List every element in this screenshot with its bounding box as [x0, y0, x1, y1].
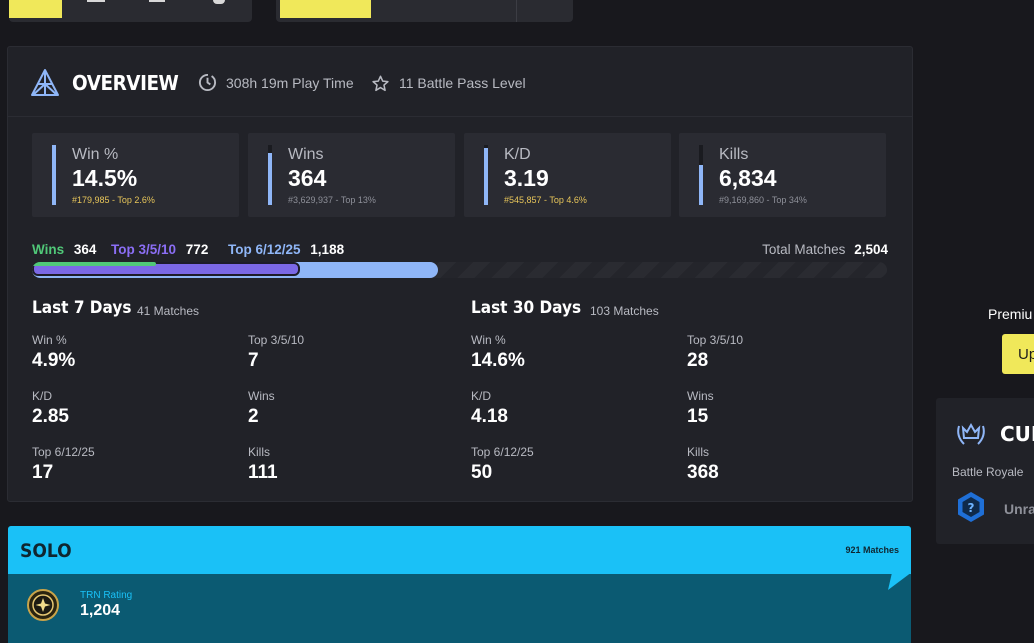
upgrade-button-label: Up — [1018, 346, 1034, 363]
stat-value: 364 — [288, 165, 327, 191]
stat-label: K/D — [504, 146, 531, 163]
stat-box-kd: K/D 3.19 #545,857 - Top 4.6% — [464, 133, 671, 217]
last7-stat-label: Wins — [248, 389, 275, 403]
legend-top3: Top 3/5/10 772 — [111, 242, 208, 257]
last30-stat-value: 368 — [687, 462, 719, 483]
last30-stat-label: Win % — [471, 333, 506, 347]
current-card-title: CUR — [1000, 422, 1034, 446]
legend-wins-value: 364 — [73, 242, 97, 257]
stat-value: 3.19 — [504, 165, 549, 191]
stat-box-kills: Kills 6,834 #9,169,860 - Top 34% — [679, 133, 886, 217]
stat-label: Wins — [288, 146, 324, 163]
last7-stat-value: 2 — [248, 406, 259, 427]
overview-pyramid-icon — [31, 69, 59, 96]
star-icon — [372, 75, 389, 92]
stat-value: 14.5% — [72, 165, 138, 191]
current-season-card: CUR Battle Royale ? Unra — [936, 398, 1034, 544]
toolbar-divider — [516, 0, 517, 22]
play-time: 308h 19m Play Time — [226, 75, 354, 91]
last7-stat-label: Top 3/5/10 — [248, 333, 305, 347]
last30-stat-value: 4.18 — [471, 406, 508, 427]
stat-box-wins: Wins 364 #3,629,937 - Top 13% — [248, 133, 455, 217]
last7-stat-label: Kills — [248, 445, 271, 459]
last7-stat-value: 111 — [248, 462, 278, 483]
hand-icon[interactable] — [213, 0, 225, 4]
rank-text: Unra — [1004, 501, 1034, 517]
last7-stat-label: K/D — [32, 389, 53, 403]
svg-text:?: ? — [968, 501, 975, 515]
solo-title: SOLO — [20, 540, 72, 562]
premium-text: Premiu — [988, 306, 1033, 322]
stat-value: 6,834 — [719, 165, 777, 191]
placement-progress-track — [32, 262, 887, 278]
stat-rank: #545,857 - Top 4.6% — [504, 195, 587, 205]
overview-title: OVERVIEW — [72, 71, 179, 95]
trn-rating-label: TRN Rating — [80, 590, 133, 601]
last30-stat-value: 28 — [687, 350, 709, 371]
grid-icon[interactable] — [149, 0, 165, 2]
last30-stat-value: 15 — [687, 406, 709, 427]
overview-header: OVERVIEW 308h 19m Play Time 11 Battle Pa… — [8, 47, 912, 117]
top-toolbar-right — [276, 0, 573, 22]
last7-matches: 41 Matches — [137, 304, 200, 318]
stat-bar-fill — [699, 165, 703, 205]
list-icon[interactable] — [87, 0, 105, 2]
unranked-badge-icon: ? — [958, 492, 984, 522]
last30-title: Last 30 Days — [471, 298, 582, 318]
laurel-crown-icon — [957, 422, 985, 445]
stat-rank: #179,985 - Top 2.6% — [72, 195, 155, 205]
current-card-mode: Battle Royale — [952, 465, 1024, 479]
progress-wins — [32, 262, 157, 266]
solo-matches: 921 Matches — [845, 545, 899, 555]
last7-stat-value: 4.9% — [32, 350, 76, 371]
last30-stat-value: 50 — [471, 462, 493, 483]
total-matches-label: Total Matches — [762, 242, 846, 257]
last7-stat-label: Win % — [32, 333, 67, 347]
solo-card: SOLO 921 Matches TRN Rating 1,204 — [8, 526, 911, 643]
stat-label: Kills — [719, 146, 749, 163]
header-notch-icon — [888, 564, 911, 590]
last30-stat-value: 14.6% — [471, 350, 525, 371]
stat-rank: #3,629,937 - Top 13% — [288, 195, 376, 205]
last30-stat-label: Top 3/5/10 — [687, 333, 744, 347]
legend-top3-value: 772 — [185, 242, 209, 257]
legend-top6-label: Top 6/12/25 — [228, 242, 301, 257]
legend-top6-value: 1,188 — [310, 242, 345, 257]
legend-wins-label: Wins — [32, 242, 65, 257]
upgrade-button[interactable]: Up — [1002, 334, 1034, 374]
stat-bar-fill — [52, 145, 56, 205]
last30-stat-label: Top 6/12/25 — [471, 445, 534, 459]
last7-stat-label: Top 6/12/25 — [32, 445, 95, 459]
solo-header: SOLO 921 Matches — [8, 526, 911, 574]
battle-pass-level: 11 Battle Pass Level — [399, 75, 526, 91]
total-matches: Total Matches 2,504 — [762, 242, 888, 257]
stat-label: Win % — [72, 146, 119, 163]
stat-box-win-pct: Win % 14.5% #179,985 - Top 2.6% — [32, 133, 239, 217]
overview-card: OVERVIEW 308h 19m Play Time 11 Battle Pa… — [7, 46, 913, 502]
last7-stat-value: 7 — [248, 350, 259, 371]
top-toolbar-left — [9, 0, 252, 22]
trn-rank-badge-icon — [27, 589, 59, 621]
stat-rank: #9,169,860 - Top 34% — [719, 195, 807, 205]
stat-bar-fill — [268, 152, 272, 205]
stat-bar-fill — [484, 148, 488, 205]
last30-stat-label: Kills — [687, 445, 710, 459]
last7-stat-value: 2.85 — [32, 406, 69, 427]
last30-stat-label: K/D — [471, 389, 492, 403]
legend-wins: Wins 364 — [32, 242, 96, 257]
trn-rating-value: 1,204 — [80, 602, 121, 619]
toolbar-active-tab[interactable] — [9, 0, 62, 18]
legend-top6: Top 6/12/25 1,188 — [228, 242, 344, 257]
last30-stat-label: Wins — [687, 389, 714, 403]
last7-stat-value: 17 — [32, 462, 54, 483]
clock-icon — [198, 73, 217, 92]
total-matches-value: 2,504 — [854, 242, 888, 257]
last7-title: Last 7 Days — [32, 298, 132, 318]
toolbar-active-button[interactable] — [280, 0, 371, 18]
legend-top3-label: Top 3/5/10 — [111, 242, 177, 257]
last30-matches: 103 Matches — [590, 304, 659, 318]
